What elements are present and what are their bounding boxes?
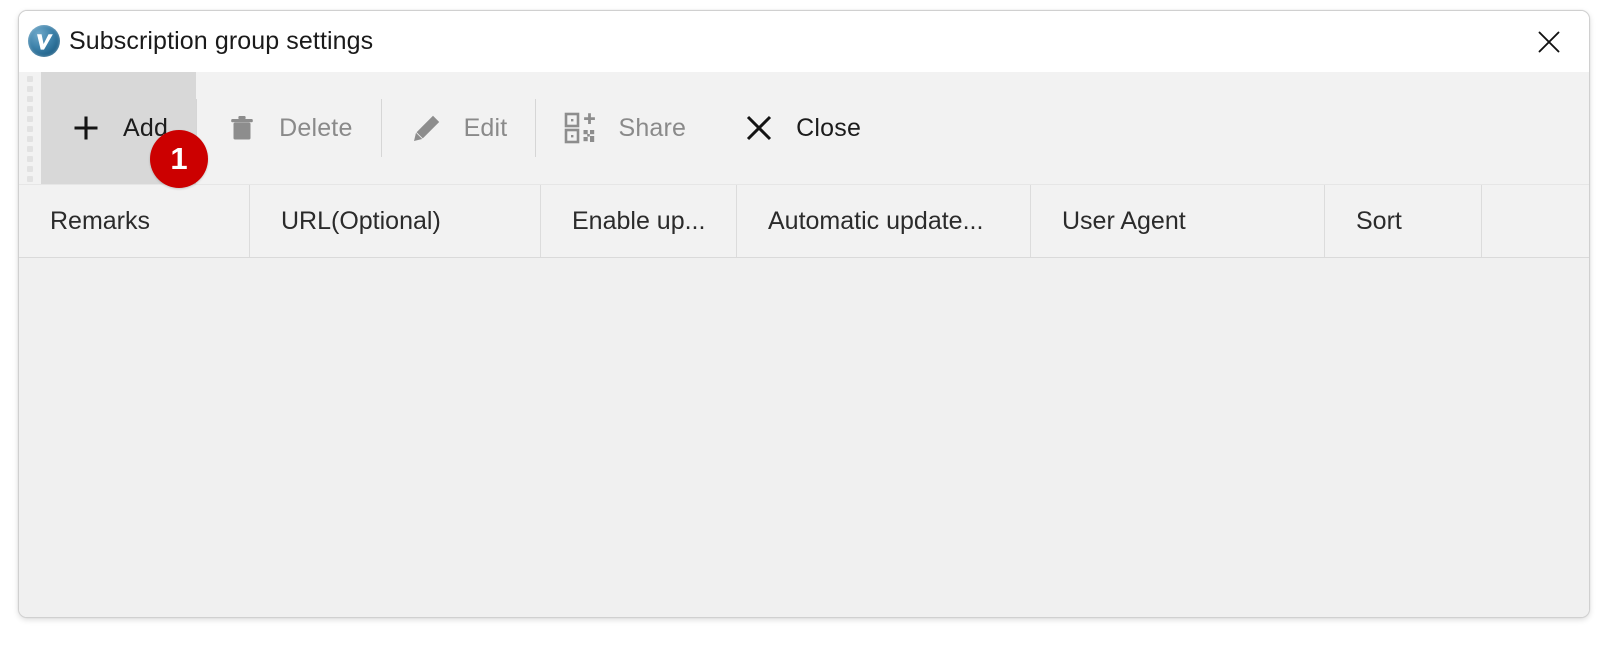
- column-header-url[interactable]: URL(Optional): [250, 185, 541, 257]
- main-toolbar: Add Delete Edit Share Close: [19, 72, 1589, 184]
- column-header-enable-update[interactable]: Enable up...: [541, 185, 737, 257]
- column-header-remarks[interactable]: Remarks: [19, 185, 250, 257]
- close-button-label: Close: [796, 113, 862, 142]
- column-header-extra[interactable]: [1482, 185, 1589, 257]
- window-title-bar: Subscription group settings: [19, 11, 1589, 72]
- share-button-label: Share: [618, 113, 687, 142]
- v2rayn-logo-icon: [28, 25, 60, 57]
- window-close-button[interactable]: [1531, 24, 1567, 60]
- delete-button[interactable]: Delete: [197, 72, 380, 184]
- page-title: Subscription group settings: [69, 27, 374, 55]
- plus-icon: [69, 111, 103, 145]
- app-root: Subscription group settings Add Delete E…: [0, 0, 1612, 646]
- pencil-icon: [410, 111, 444, 145]
- column-header-sort[interactable]: Sort: [1325, 185, 1482, 257]
- column-header-automatic-update[interactable]: Automatic update...: [737, 185, 1031, 257]
- subscription-table: Remarks URL(Optional) Enable up... Autom…: [19, 184, 1589, 617]
- table-body-empty: [19, 258, 1589, 617]
- toolbar-drag-grip[interactable]: [19, 72, 41, 184]
- column-header-user-agent[interactable]: User Agent: [1031, 185, 1325, 257]
- subscription-group-settings-window: Subscription group settings Add Delete E…: [18, 10, 1590, 618]
- trash-icon: [225, 111, 259, 145]
- delete-button-label: Delete: [279, 113, 353, 142]
- edit-button-label: Edit: [463, 113, 508, 142]
- share-button[interactable]: Share: [536, 72, 714, 184]
- add-button[interactable]: Add: [41, 72, 197, 184]
- qrcode-add-icon: [564, 111, 598, 145]
- edit-button[interactable]: Edit: [382, 72, 536, 184]
- add-button-label: Add: [123, 113, 169, 142]
- close-button[interactable]: Close: [714, 72, 889, 184]
- close-x-icon: [742, 111, 776, 145]
- table-header-row: Remarks URL(Optional) Enable up... Autom…: [19, 184, 1589, 258]
